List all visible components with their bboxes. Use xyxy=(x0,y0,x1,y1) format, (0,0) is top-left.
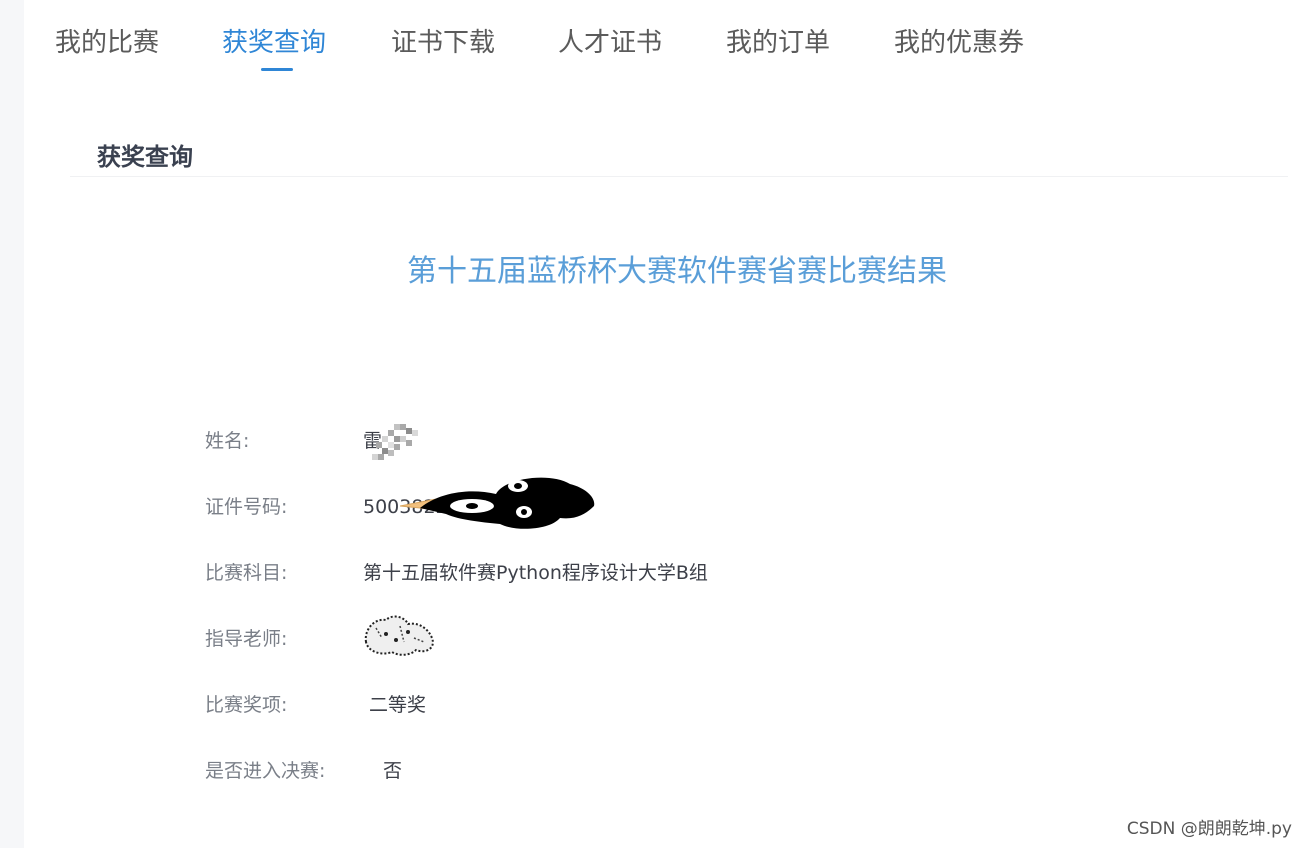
name-redaction-mosaic xyxy=(372,424,418,460)
section-title: 获奖查询 xyxy=(97,143,193,171)
active-tab-indicator xyxy=(261,68,293,71)
id-number-label: 证件号码: xyxy=(205,496,288,518)
id-redaction-drawing xyxy=(400,477,595,529)
left-gutter xyxy=(0,0,24,848)
csdn-watermark: CSDN @朗朗乾坤.py xyxy=(1126,819,1292,839)
tab-my-coupons[interactable]: 我的优惠券 xyxy=(894,24,1024,62)
info-row-name: 姓名: 雷 xyxy=(205,426,905,456)
award-value: 二等奖 xyxy=(369,694,427,716)
tab-award-query[interactable]: 获奖查询 xyxy=(222,24,326,62)
info-row-subject: 比赛科目: 第十五届软件赛Python程序设计大学B组 xyxy=(205,558,905,588)
info-row-award: 比赛奖项: 二等奖 xyxy=(205,690,905,720)
result-title: 第十五届蓝桥杯大赛软件赛省赛比赛结果 xyxy=(0,252,1306,292)
section-divider xyxy=(70,176,1288,177)
award-label: 比赛奖项: xyxy=(205,694,288,716)
tab-my-competitions[interactable]: 我的比赛 xyxy=(55,24,159,62)
name-label: 姓名: xyxy=(205,430,250,452)
subject-value: 第十五届软件赛Python程序设计大学B组 xyxy=(363,562,708,584)
tab-talent-certificate[interactable]: 人才证书 xyxy=(558,24,662,62)
finals-value: 否 xyxy=(383,760,403,782)
info-row-instructor: 指导老师: xyxy=(205,624,905,654)
instructor-label: 指导老师: xyxy=(205,628,288,650)
finals-label: 是否进入决赛: xyxy=(205,760,326,782)
subject-label: 比赛科目: xyxy=(205,562,288,584)
tab-certificate-download[interactable]: 证书下载 xyxy=(391,24,495,62)
result-title-text: 第十五届蓝桥杯大赛软件赛省赛比赛结果 xyxy=(407,254,947,289)
instructor-redaction-scribble xyxy=(364,615,434,656)
tab-my-orders[interactable]: 我的订单 xyxy=(726,24,830,62)
info-row-finals: 是否进入决赛: 否 xyxy=(205,756,905,786)
